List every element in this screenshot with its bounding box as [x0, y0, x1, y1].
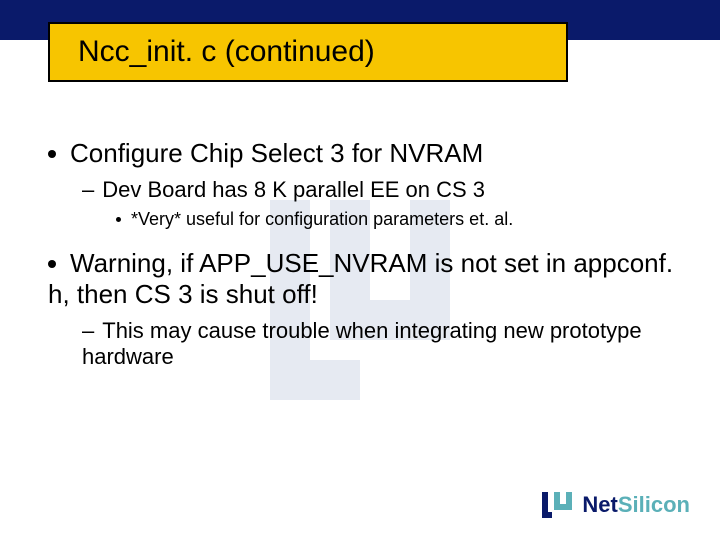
content-area: Configure Chip Select 3 for NVRAM –Dev B…	[48, 120, 690, 376]
bullet-text: Warning, if APP_USE_NVRAM is not set in …	[48, 248, 673, 309]
bullet-level1: Configure Chip Select 3 for NVRAM	[48, 138, 690, 169]
footer-logo: NetSilicon	[538, 488, 690, 522]
logo-silicon: Silicon	[618, 492, 690, 517]
bullet-dot-small-icon	[116, 217, 121, 222]
dash-icon: –	[82, 177, 94, 203]
bullet-text: Dev Board has 8 K parallel EE on CS 3	[102, 177, 485, 202]
dash-icon: –	[82, 318, 94, 344]
bullet-dot-icon	[48, 150, 56, 158]
slide-title: Ncc_init. c (continued)	[78, 35, 375, 69]
logo-net: Net	[582, 492, 617, 517]
logo-mark-icon	[538, 488, 576, 522]
bullet-level2: –Dev Board has 8 K parallel EE on CS 3	[82, 177, 690, 203]
bullet-dot-icon	[48, 260, 56, 268]
title-box: Ncc_init. c (continued)	[48, 22, 568, 82]
logo-text: NetSilicon	[582, 492, 690, 518]
bullet-level2: –This may cause trouble when integrating…	[82, 318, 690, 370]
bullet-text: This may cause trouble when integrating …	[82, 318, 642, 369]
bullet-text: *Very* useful for configuration paramete…	[131, 209, 513, 229]
bullet-level1: Warning, if APP_USE_NVRAM is not set in …	[48, 248, 690, 310]
bullet-text: Configure Chip Select 3 for NVRAM	[70, 138, 483, 168]
bullet-level3: *Very* useful for configuration paramete…	[116, 209, 690, 230]
